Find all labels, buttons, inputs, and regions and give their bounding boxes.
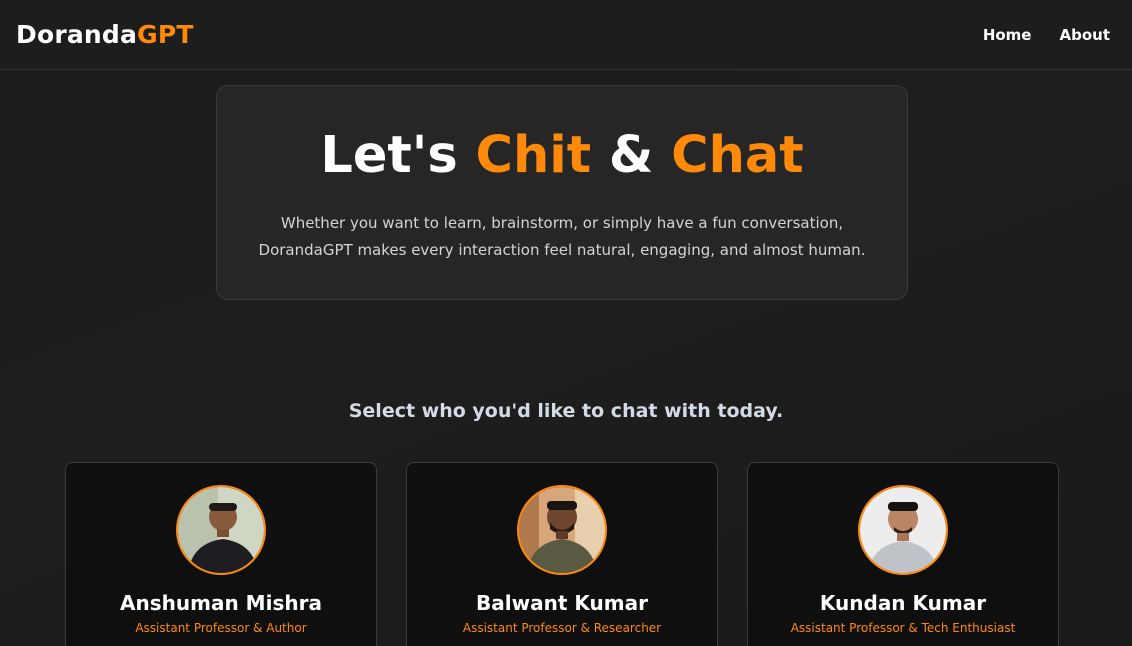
nav-links: Home About: [983, 26, 1116, 44]
person-role: Assistant Professor & Researcher: [462, 621, 662, 635]
person-name: Anshuman Mishra: [120, 591, 322, 615]
hero-title-chat: Chat: [671, 126, 804, 185]
person-name: Kundan Kumar: [819, 591, 987, 615]
hero-description: Whether you want to learn, brainstorm, o…: [258, 214, 866, 260]
person-name: Balwant Kumar: [476, 591, 648, 615]
person-card-kundan[interactable]: Kundan Kumar Assistant Professor & Tech …: [747, 462, 1059, 646]
navbar: DorandaGPT Home About: [0, 0, 1132, 70]
person-role: Assistant Professor & Tech Enthusiast: [790, 621, 1016, 635]
nav-about-link[interactable]: About: [1059, 26, 1110, 44]
avatar: [517, 485, 607, 575]
brand-logo[interactable]: DorandaGPT: [16, 20, 194, 49]
person-card-balwant[interactable]: Balwant Kumar Assistant Professor & Rese…: [406, 462, 718, 646]
hero-title-ampersand: &: [591, 126, 672, 185]
hero-title: Let's Chit & Chat: [217, 126, 907, 185]
avatar: [176, 485, 266, 575]
person-card-anshuman[interactable]: Anshuman Mishra Assistant Professor & Au…: [65, 462, 377, 646]
hero-title-part1: Let's: [320, 126, 476, 185]
brand-accent: GPT: [137, 20, 194, 49]
person-role: Assistant Professor & Author: [135, 621, 307, 635]
nav-home-link[interactable]: Home: [983, 26, 1032, 44]
brand-main: Doranda: [16, 20, 138, 49]
hero-title-chit: Chit: [475, 126, 592, 185]
hero-card: Let's Chit & Chat Whether you want to le…: [216, 85, 908, 300]
avatar: [858, 485, 948, 575]
section-title: Select who you'd like to chat with today…: [348, 400, 784, 422]
